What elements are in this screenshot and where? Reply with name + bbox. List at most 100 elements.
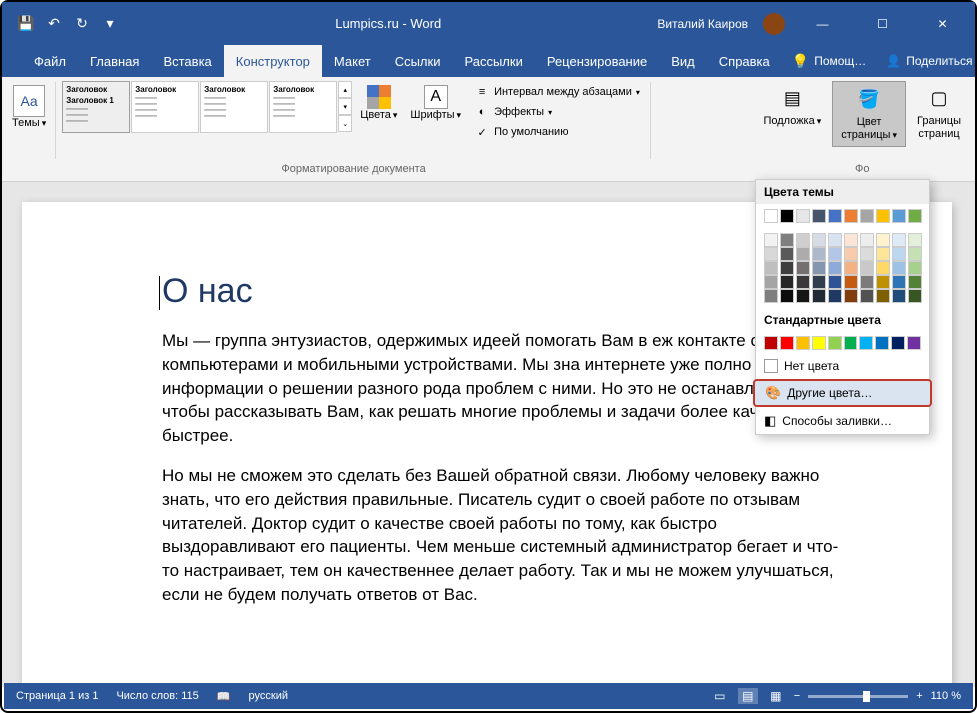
color-swatch[interactable]: [828, 261, 842, 275]
fonts-button[interactable]: A Шрифты: [405, 81, 466, 125]
color-swatch[interactable]: [876, 289, 890, 303]
theme-gallery[interactable]: ЗаголовокЗаголовок 1━━━━━━━━━━━━━━━━━━ З…: [62, 81, 352, 133]
gallery-up-icon[interactable]: ▴: [338, 81, 352, 98]
no-color-item[interactable]: Нет цвета: [756, 354, 929, 378]
gallery-down-icon[interactable]: ▾: [338, 98, 352, 115]
effects-button[interactable]: ◐Эффекты▾: [474, 103, 640, 121]
page-borders-button[interactable]: ▢ Границы страниц: [909, 81, 969, 145]
tab-file[interactable]: Файл: [22, 45, 78, 77]
color-swatch[interactable]: [892, 233, 906, 247]
undo-icon[interactable]: ↶: [45, 15, 63, 33]
theme-preview[interactable]: ЗаголовокЗаголовок 1━━━━━━━━━━━━━━━━━━: [62, 81, 130, 133]
color-swatch[interactable]: [764, 209, 778, 223]
document-heading[interactable]: О нас: [162, 272, 852, 311]
more-colors-item[interactable]: 🎨Другие цвета…: [753, 379, 932, 407]
zoom-out-button[interactable]: −: [794, 690, 800, 702]
tab-mailings[interactable]: Рассылки: [452, 45, 534, 77]
color-swatch[interactable]: [764, 336, 778, 350]
color-swatch[interactable]: [892, 247, 906, 261]
page-color-button[interactable]: 🪣 Цвет страницы: [832, 81, 906, 147]
color-swatch[interactable]: [844, 233, 858, 247]
color-swatch[interactable]: [907, 336, 921, 350]
word-count[interactable]: Число слов: 115: [116, 690, 198, 702]
redo-icon[interactable]: ↻: [73, 15, 91, 33]
color-swatch[interactable]: [908, 261, 922, 275]
color-swatch[interactable]: [764, 247, 778, 261]
color-swatch[interactable]: [908, 275, 922, 289]
color-swatch[interactable]: [828, 209, 842, 223]
save-icon[interactable]: 💾: [17, 15, 35, 33]
color-swatch[interactable]: [780, 289, 794, 303]
color-swatch[interactable]: [908, 233, 922, 247]
color-swatch[interactable]: [876, 275, 890, 289]
color-swatch[interactable]: [892, 261, 906, 275]
color-swatch[interactable]: [812, 336, 826, 350]
color-swatch[interactable]: [780, 209, 794, 223]
language-indicator[interactable]: русский: [249, 690, 288, 702]
paragraph-spacing-button[interactable]: ≡Интервал между абзацами▾: [474, 83, 640, 101]
color-swatch[interactable]: [844, 275, 858, 289]
color-swatch[interactable]: [812, 233, 826, 247]
color-swatch[interactable]: [780, 233, 794, 247]
zoom-level[interactable]: 110 %: [931, 690, 961, 702]
tab-review[interactable]: Рецензирование: [535, 45, 659, 77]
color-swatch[interactable]: [892, 275, 906, 289]
close-button[interactable]: ✕: [920, 9, 965, 39]
color-swatch[interactable]: [844, 289, 858, 303]
color-swatch[interactable]: [860, 261, 874, 275]
color-swatch[interactable]: [844, 247, 858, 261]
color-swatch[interactable]: [908, 289, 922, 303]
document-paragraph[interactable]: Мы — группа энтузиастов, одержимых идеей…: [162, 329, 852, 448]
zoom-slider[interactable]: [808, 695, 908, 698]
tell-me[interactable]: 💡Помощ…: [782, 53, 877, 70]
color-swatch[interactable]: [828, 289, 842, 303]
color-swatch[interactable]: [812, 275, 826, 289]
color-swatch[interactable]: [860, 275, 874, 289]
color-swatch[interactable]: [876, 209, 890, 223]
tab-insert[interactable]: Вставка: [151, 45, 223, 77]
color-swatch[interactable]: [796, 209, 810, 223]
watermark-button[interactable]: ▤ Подложка: [755, 81, 829, 132]
color-swatch[interactable]: [780, 247, 794, 261]
color-swatch[interactable]: [780, 261, 794, 275]
zoom-in-button[interactable]: +: [916, 690, 922, 702]
color-swatch[interactable]: [860, 233, 874, 247]
color-swatch[interactable]: [876, 261, 890, 275]
color-swatch[interactable]: [860, 289, 874, 303]
tab-help[interactable]: Справка: [707, 45, 782, 77]
color-swatch[interactable]: [796, 289, 810, 303]
color-swatch[interactable]: [891, 336, 905, 350]
color-swatch[interactable]: [859, 336, 873, 350]
color-swatch[interactable]: [764, 261, 778, 275]
tab-design[interactable]: Конструктор: [224, 45, 322, 77]
color-swatch[interactable]: [844, 209, 858, 223]
color-swatch[interactable]: [908, 247, 922, 261]
colors-button[interactable]: Цвета: [355, 81, 402, 125]
color-swatch[interactable]: [764, 233, 778, 247]
web-layout-icon[interactable]: ▦: [766, 688, 786, 704]
color-swatch[interactable]: [796, 247, 810, 261]
color-swatch[interactable]: [892, 289, 906, 303]
color-swatch[interactable]: [875, 336, 889, 350]
tab-view[interactable]: Вид: [659, 45, 707, 77]
user-avatar[interactable]: [763, 13, 785, 35]
color-swatch[interactable]: [764, 275, 778, 289]
color-swatch[interactable]: [796, 336, 810, 350]
fill-effects-item[interactable]: ◧Способы заливки…: [756, 408, 929, 434]
color-swatch[interactable]: [844, 336, 858, 350]
theme-preview[interactable]: Заголовок━━━━━━━━━━━━━━━━━━━━━━━━: [131, 81, 199, 133]
color-swatch[interactable]: [828, 247, 842, 261]
user-name[interactable]: Виталий Каиров: [657, 17, 748, 31]
spellcheck-icon[interactable]: 📖: [217, 690, 231, 703]
color-swatch[interactable]: [764, 289, 778, 303]
color-swatch[interactable]: [796, 233, 810, 247]
color-swatch[interactable]: [908, 209, 922, 223]
color-swatch[interactable]: [860, 247, 874, 261]
color-swatch[interactable]: [828, 233, 842, 247]
color-swatch[interactable]: [780, 336, 794, 350]
tab-home[interactable]: Главная: [78, 45, 151, 77]
color-swatch[interactable]: [828, 336, 842, 350]
color-swatch[interactable]: [844, 261, 858, 275]
themes-button[interactable]: Aa Темы: [8, 81, 50, 133]
minimize-button[interactable]: —: [800, 9, 845, 39]
